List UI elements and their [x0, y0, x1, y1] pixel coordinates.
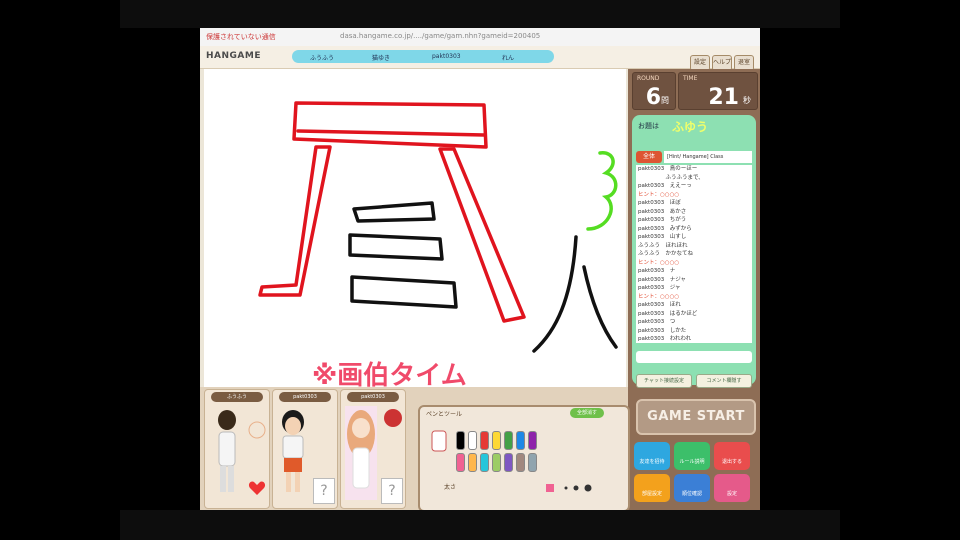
pen-color-swatch[interactable] [492, 431, 501, 450]
pen-color-swatch[interactable] [516, 431, 525, 450]
url-text[interactable]: dasa.hangame.co.jp/..../game/gam.nhn?gam… [340, 32, 540, 40]
pen-color-swatch[interactable] [528, 431, 537, 450]
pen-color-swatch[interactable] [480, 431, 489, 450]
player-name: pakt0303 [432, 53, 461, 60]
ranking-button[interactable]: 順位確認 [674, 474, 710, 502]
chat-message: pakt0303 山すし [638, 234, 687, 240]
chat-message: pakt0303 ナ [638, 268, 676, 274]
chat-buttons: チャット接続設定 コメント欄隠す [636, 367, 752, 388]
player-slot-name: pakt0303 [347, 392, 399, 402]
right-panel: ROUND 6 問 TIME 21 秒 お題は ふゆう 全体 [Hint/ Ha… [628, 69, 760, 510]
round-counter: ROUND 6 問 [632, 72, 676, 110]
chat-message: pakt0303 ほぼ [638, 200, 681, 206]
chat-message: ヒント：○○○○ [638, 293, 680, 300]
chat-message: pakt0303 ちがう [638, 217, 687, 223]
time-value: 21 [708, 85, 739, 110]
chat-message: ふうふうまで、 [638, 174, 704, 181]
pen-palette: ペンとツール 全部消す 太さ [418, 405, 630, 510]
chat-message: pakt0303 みずから [638, 225, 692, 232]
player-strip: ふうふう 猫ゆき pakt0303 れん [292, 50, 554, 63]
chat-message: pakt0303 つ [638, 319, 676, 325]
drawing-canvas[interactable]: ※画伯タイム [204, 69, 626, 391]
chat-message: pakt0303 鳥のーほー [638, 166, 698, 172]
black-lines-drawing [348, 201, 618, 353]
pen-color-swatch[interactable] [504, 431, 513, 450]
chat-message: ふうふう かかなてね [638, 251, 694, 257]
chat-message: pakt0303 ほれ [638, 302, 681, 308]
player-name: ふうふう [310, 55, 335, 62]
chat-message: pakt0303 あかさ [638, 208, 687, 215]
chat-message: ヒント：○○○○ [638, 191, 680, 198]
round-unit: 問 [661, 96, 669, 105]
player-name: 猫ゆき [372, 55, 391, 62]
chat-input[interactable] [636, 351, 752, 363]
eraser-icon[interactable] [428, 429, 450, 455]
invite-button[interactable]: 友達を招待 [634, 442, 670, 470]
pen-color-swatch[interactable] [504, 453, 513, 472]
clear-all-button[interactable]: 全部消す [570, 408, 604, 418]
rules-button[interactable]: ルール説明 [674, 442, 710, 470]
chat-panel: お題は ふゆう 全体 [Hint/ Hangame] Class pakt030… [632, 115, 756, 388]
palette-title: ペンとツール [426, 411, 463, 418]
unknown-slot-icon: ? [313, 478, 335, 504]
leave-button[interactable]: 退出する [714, 442, 750, 470]
chat-message: pakt0303 ジャ [638, 285, 681, 291]
game-start-button[interactable]: GAME START [636, 399, 756, 435]
pen-size-label: 太さ [444, 484, 457, 491]
player-slot-name: ふうふう [211, 392, 263, 402]
chat-settings-button[interactable]: チャット接続設定 [636, 374, 692, 388]
hangame-logo: HANGAME [206, 51, 261, 61]
tab-all[interactable]: 全体 [636, 151, 662, 163]
video-bar-top [120, 0, 840, 28]
red-gate-drawing [258, 101, 526, 323]
bottom-panel: ふうふう pakt0303 ? pakt0303 ? ペンとツール 全部消す 太… [200, 387, 630, 510]
player-slot-3[interactable]: pakt0303 ? [340, 389, 406, 509]
pen-color-swatch[interactable] [456, 453, 465, 472]
game-top-bar: HANGAME ふうふう 猫ゆき pakt0303 れん 設定 ヘルプ 退室 [200, 46, 760, 71]
video-bar-bottom [120, 510, 840, 540]
chat-tabs: 全体 [Hint/ Hangame] Class [636, 151, 752, 163]
player-name: れん [502, 55, 515, 62]
time-unit: 秒 [743, 96, 751, 105]
heart-icon [248, 481, 266, 495]
player-slot-1[interactable]: ふうふう [204, 389, 270, 509]
pen-color-swatch[interactable] [516, 453, 525, 472]
chat-message: pakt0303 ええーっ [638, 183, 692, 189]
round-label: ROUND [637, 75, 660, 82]
top-buttons: 設定 ヘルプ 退室 [688, 49, 754, 71]
hide-comments-button[interactable]: コメント欄隠す [696, 374, 752, 388]
player-slot-name: pakt0303 [279, 392, 331, 402]
tab-mode[interactable]: [Hint/ Hangame] Class [664, 151, 752, 163]
theme-value: ふゆう [672, 120, 709, 134]
pen-color-swatch[interactable] [468, 431, 477, 450]
pen-color-swatch[interactable] [480, 453, 489, 472]
browser-url-bar[interactable]: 保護されていない通信 dasa.hangame.co.jp/..../game/… [200, 28, 760, 47]
pen-color-swatch[interactable] [528, 453, 537, 472]
round-value: 6 [645, 85, 661, 110]
chat-message: ふうふう ほれほれ [638, 242, 688, 249]
room-settings-button[interactable]: 部屋設定 [634, 474, 670, 502]
settings-button-2[interactable]: 設定 [714, 474, 750, 502]
unknown-slot-icon: ? [381, 478, 403, 504]
pen-color-swatch[interactable] [468, 453, 477, 472]
chat-message: pakt0303 ナジャ [638, 276, 686, 283]
player-slot-2[interactable]: pakt0303 ? [272, 389, 338, 509]
chat-log[interactable]: pakt0303 鳥のーほー ふうふうまで、 pakt0303 ええーっ ヒント：○… [636, 165, 752, 343]
time-label: TIME [683, 75, 698, 82]
chat-message: pakt0303 はるかほど [638, 310, 698, 317]
insecure-warning: 保護されていない通信 [206, 33, 276, 41]
pen-color-swatch[interactable] [456, 431, 465, 450]
pen-size-selector[interactable] [546, 483, 616, 493]
chat-message: pakt0303 われわれ [638, 336, 692, 342]
canvas-drawing [258, 101, 618, 353]
pen-color-swatch[interactable] [492, 453, 501, 472]
green-cloud-drawing [586, 151, 618, 231]
chat-message: ヒント：○○○○ [638, 259, 680, 266]
game-window: 保護されていない通信 dasa.hangame.co.jp/..../game/… [200, 28, 760, 510]
theme-label: お題は [638, 122, 659, 130]
time-counter: TIME 21 秒 [678, 72, 758, 110]
chat-message: pakt0303 しかた [638, 327, 687, 334]
